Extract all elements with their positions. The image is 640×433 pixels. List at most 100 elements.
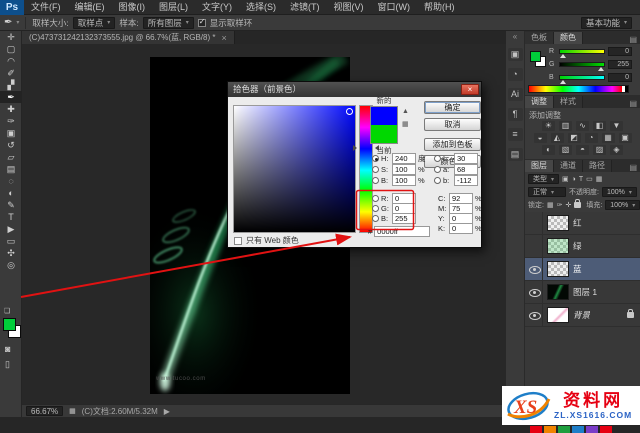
tab-channels[interactable]: 通道: [554, 160, 583, 172]
red-value[interactable]: 0: [608, 47, 632, 56]
healing-brush-tool[interactable]: ✚: [0, 103, 22, 115]
tab-close-icon[interactable]: ×: [221, 33, 226, 43]
gradient-tool[interactable]: ▤: [0, 163, 22, 175]
layer-row-blue[interactable]: 蓝: [525, 258, 640, 281]
ok-button[interactable]: 确定: [424, 101, 481, 114]
rgb-b-radio[interactable]: [372, 215, 379, 222]
dock-icon-2[interactable]: ◔: [508, 68, 523, 81]
tab-layers[interactable]: 图层: [525, 160, 554, 172]
panel-menu-icon[interactable]: ▤: [629, 35, 637, 44]
lab-b-input[interactable]: [454, 175, 478, 186]
web-safe-cube-icon[interactable]: ▦: [402, 120, 409, 128]
layer-row-green[interactable]: 绿: [525, 235, 640, 258]
eye-icon[interactable]: [529, 311, 541, 320]
layer-row-red[interactable]: 红: [525, 212, 640, 235]
eyedropper-tool-icon[interactable]: ✒: [4, 17, 12, 28]
shape-tool[interactable]: ▭: [0, 235, 22, 247]
filter-pixel-layers-icon[interactable]: ▣: [562, 175, 569, 183]
dialog-title[interactable]: 拾色器（前景色）: [228, 82, 481, 97]
saturation-brightness-field[interactable]: [233, 105, 356, 233]
channel-mixer-icon[interactable]: ▦: [602, 133, 615, 143]
visibility-toggle[interactable]: [528, 281, 543, 304]
layer-thumbnail[interactable]: [547, 238, 569, 254]
menu-layer[interactable]: 图层(L): [152, 0, 195, 15]
gamut-warning-icon[interactable]: ▲: [402, 108, 409, 115]
k-input[interactable]: [449, 223, 473, 234]
layer-row-layer1[interactable]: 图层 1: [525, 281, 640, 304]
menu-edit[interactable]: 编辑(E): [68, 0, 112, 15]
red-slider[interactable]: [559, 49, 605, 54]
green-value[interactable]: 255: [608, 60, 632, 69]
panel-menu-icon[interactable]: ▤: [629, 99, 637, 108]
a-radio[interactable]: [434, 166, 441, 173]
show-sampling-ring-checkbox[interactable]: [198, 19, 206, 27]
lock-transparency-icon[interactable]: ▦: [547, 201, 554, 209]
photo-filter-icon[interactable]: ◔: [585, 133, 598, 143]
visibility-toggle[interactable]: [528, 304, 543, 327]
web-only-checkbox[interactable]: [234, 237, 242, 245]
menu-select[interactable]: 选择(S): [239, 0, 283, 15]
brush-tool[interactable]: ✑: [0, 115, 22, 127]
threshold-icon[interactable]: ◓: [576, 145, 589, 155]
hue-saturation-icon[interactable]: ◒: [534, 133, 547, 143]
filter-type-layers-icon[interactable]: T: [579, 176, 583, 183]
layer-thumbnail[interactable]: [547, 284, 569, 300]
menu-type[interactable]: 文字(Y): [195, 0, 239, 15]
layer-filter-select[interactable]: 类型▾: [528, 174, 559, 184]
quick-selection-tool[interactable]: ✐: [0, 67, 22, 79]
eraser-tool[interactable]: ▱: [0, 151, 22, 163]
black-white-icon[interactable]: ◩: [568, 133, 581, 143]
dodge-tool[interactable]: ◐: [0, 187, 22, 199]
dock-icon-1[interactable]: ▣: [508, 48, 523, 61]
tab-color[interactable]: 颜色: [554, 32, 583, 44]
sample-size-select[interactable]: 取样点▾: [73, 17, 116, 29]
tool-preset-arrow-icon[interactable]: ▾: [16, 19, 19, 26]
green-slider[interactable]: [559, 62, 605, 67]
color-lookup-icon[interactable]: ▣: [619, 133, 632, 143]
h-radio[interactable]: [372, 155, 379, 162]
cancel-button[interactable]: 取消: [424, 118, 481, 131]
blue-slider[interactable]: [559, 75, 605, 80]
filter-adjustment-layers-icon[interactable]: ◑: [572, 176, 576, 183]
document-tab[interactable]: (C)473731242132373555.jpg @ 66.7%(蓝, RGB…: [22, 31, 235, 44]
layer-row-background[interactable]: 背景: [525, 304, 640, 327]
s-input[interactable]: [392, 164, 416, 175]
move-tool[interactable]: ✛: [0, 31, 22, 43]
l-radio[interactable]: [434, 155, 441, 162]
green-slider-thumb[interactable]: [598, 67, 604, 71]
clone-stamp-tool[interactable]: ▣: [0, 127, 22, 139]
brightness-contrast-icon[interactable]: ☀: [542, 121, 555, 131]
path-selection-tool[interactable]: ▶: [0, 223, 22, 235]
lock-pixels-icon[interactable]: ✑: [557, 201, 563, 209]
blue-value[interactable]: 0: [608, 73, 632, 82]
invert-icon[interactable]: ◐: [542, 145, 555, 155]
selective-color-icon[interactable]: ◈: [610, 145, 623, 155]
visibility-toggle[interactable]: [528, 235, 543, 258]
lab-b-radio[interactable]: [434, 177, 441, 184]
screen-mode-icon[interactable]: ▯: [5, 359, 10, 370]
visibility-toggle[interactable]: [528, 258, 543, 281]
filter-smart-objects-icon[interactable]: ▦: [596, 175, 603, 183]
layer-thumbnail[interactable]: [547, 307, 569, 323]
layer-thumbnail[interactable]: [547, 215, 569, 231]
panel-menu-icon[interactable]: ▤: [629, 163, 637, 172]
tab-swatches[interactable]: 色板: [525, 32, 554, 44]
hex-input[interactable]: [374, 226, 430, 237]
curves-icon[interactable]: ∿: [576, 121, 589, 131]
fill-select[interactable]: 100%▾: [605, 200, 640, 210]
dock-icon-6[interactable]: ▤: [508, 148, 523, 161]
eyedropper-tool[interactable]: ✒: [0, 91, 22, 103]
opacity-select[interactable]: 100%▾: [602, 187, 637, 197]
lock-position-icon[interactable]: ✛: [565, 201, 571, 209]
marquee-tool[interactable]: ▢: [0, 43, 22, 55]
tab-paths[interactable]: 路径: [583, 160, 612, 172]
l-input[interactable]: [454, 153, 478, 164]
levels-icon[interactable]: ▥: [559, 121, 572, 131]
add-to-swatches-button[interactable]: 添加到色板: [424, 138, 481, 151]
pen-tool[interactable]: ✎: [0, 199, 22, 211]
menu-help[interactable]: 帮助(H): [417, 0, 462, 15]
tab-styles[interactable]: 样式: [554, 96, 583, 108]
blur-tool[interactable]: ◌: [0, 175, 22, 187]
rgb-b-input[interactable]: [392, 213, 416, 224]
vibrance-icon[interactable]: ▼: [610, 121, 623, 131]
